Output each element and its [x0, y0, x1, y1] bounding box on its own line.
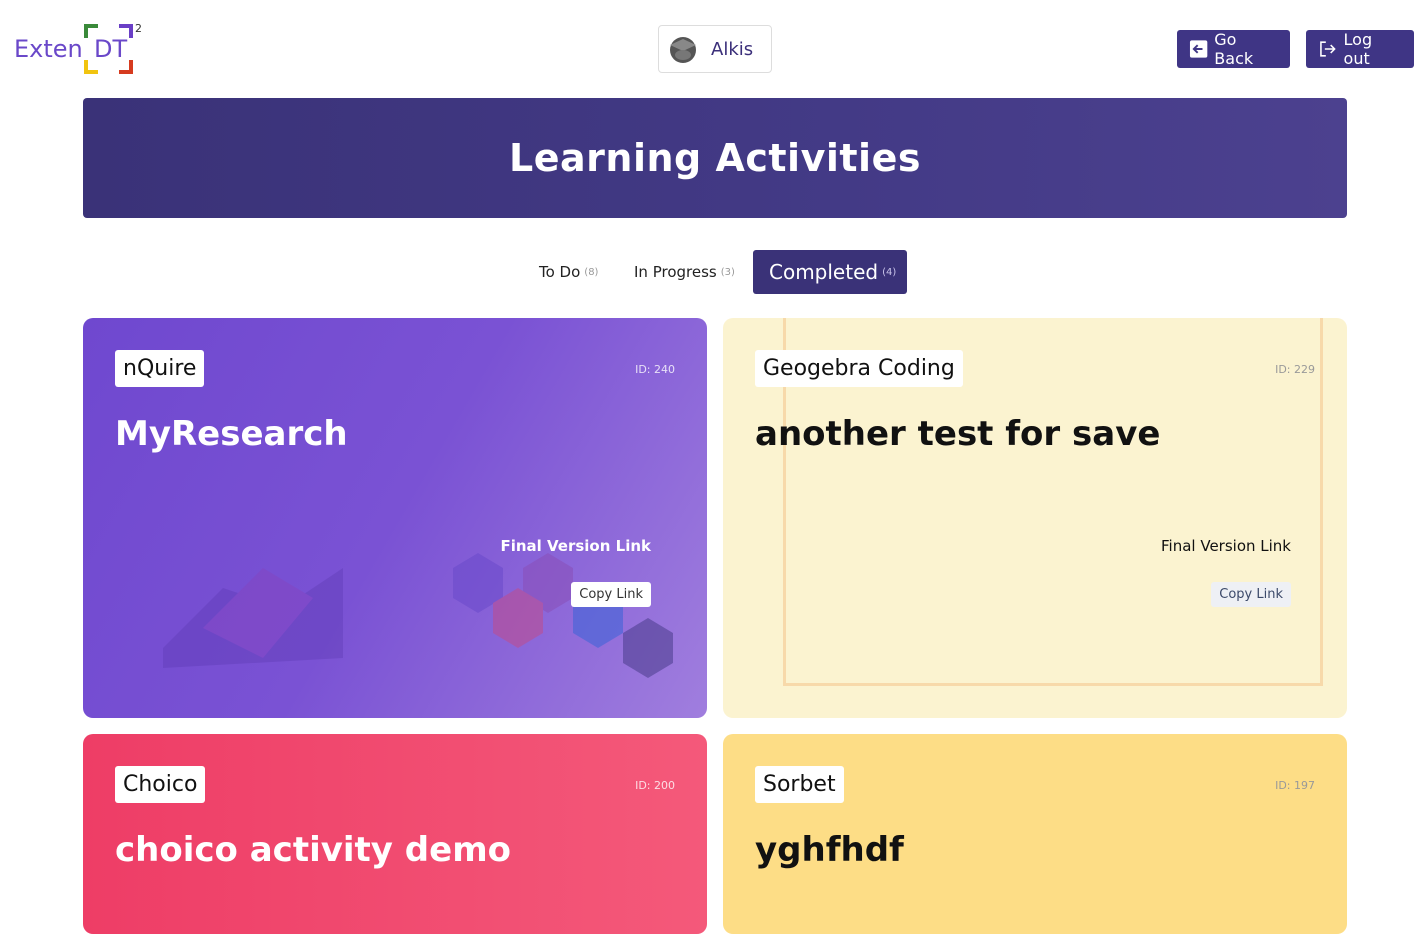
activity-card[interactable]: nQuire ID: 240 MyResearch Final Version … — [83, 318, 707, 718]
activity-title: choico activity demo — [115, 830, 511, 870]
activity-title: another test for save — [755, 414, 1161, 454]
tool-badge: Choico — [115, 766, 206, 803]
tab-count: (4) — [882, 266, 897, 278]
tab-label: In Progress — [634, 263, 717, 281]
activity-id: ID: 229 — [1275, 363, 1315, 376]
activity-id: ID: 240 — [635, 363, 675, 376]
log-out-label: Log out — [1343, 30, 1373, 68]
tab-completed[interactable]: Completed (4) — [753, 250, 907, 294]
graduation-cap-icon — [670, 37, 696, 63]
log-out-button[interactable]: Log out — [1306, 30, 1414, 68]
log-out-icon — [1320, 41, 1336, 57]
status-tabs: To Do (8) In Progress (3) Completed (4) — [0, 250, 1427, 294]
tab-to-do[interactable]: To Do (8) — [539, 250, 598, 294]
top-bar: Exten DT 2 Alkis Go Back Log out — [0, 0, 1427, 98]
final-version-link-label: Final Version Link — [500, 537, 651, 555]
go-back-button[interactable]: Go Back — [1177, 30, 1290, 68]
user-name: Alkis — [711, 38, 754, 60]
tool-badge: nQuire — [115, 350, 205, 387]
tool-badge: Geogebra Coding — [755, 350, 963, 387]
tab-count: (3) — [720, 266, 735, 278]
tab-label: Completed — [769, 260, 879, 284]
user-chip[interactable]: Alkis — [658, 25, 772, 73]
arrow-left-icon — [1189, 40, 1208, 58]
activity-title: yghfhdf — [755, 830, 904, 870]
activity-id: ID: 197 — [1275, 779, 1315, 792]
page-title: Learning Activities — [509, 136, 921, 180]
tab-in-progress[interactable]: In Progress (3) — [634, 250, 735, 294]
activity-card[interactable]: Geogebra Coding ID: 229 another test for… — [723, 318, 1347, 718]
tab-label: To Do — [539, 263, 581, 281]
activity-title: MyResearch — [115, 414, 348, 454]
background-illustration — [453, 553, 673, 678]
tool-badge: Sorbet — [755, 766, 844, 803]
logo-dt: DT — [94, 35, 128, 63]
activity-card[interactable]: Choico ID: 200 choico activity demo — [83, 734, 707, 934]
logo-superscript: 2 — [135, 22, 142, 35]
copy-link-button[interactable]: Copy Link — [571, 582, 651, 607]
logo-text: Exten — [14, 35, 83, 63]
page-banner: Learning Activities — [83, 98, 1347, 218]
extendt-logo[interactable]: Exten DT 2 — [14, 22, 154, 76]
activity-card[interactable]: Sorbet ID: 197 yghfhdf — [723, 734, 1347, 934]
tab-count: (8) — [584, 266, 599, 278]
background-illustration — [163, 568, 343, 668]
final-version-link-label: Final Version Link — [1161, 537, 1291, 555]
go-back-label: Go Back — [1214, 30, 1254, 68]
copy-link-button[interactable]: Copy Link — [1211, 582, 1291, 607]
activity-id: ID: 200 — [635, 779, 675, 792]
